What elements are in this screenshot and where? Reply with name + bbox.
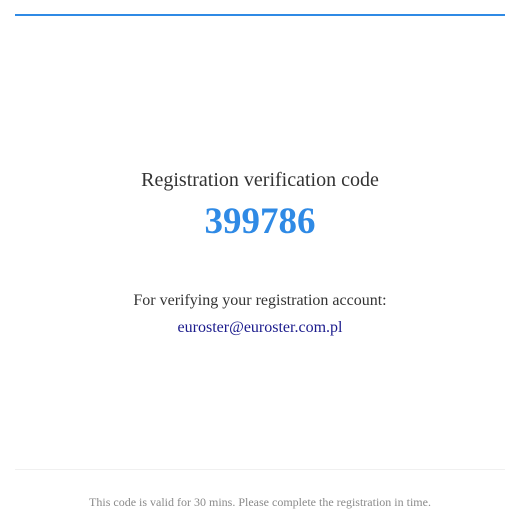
verification-subtitle: For verifying your registration account: bbox=[133, 292, 387, 309]
footer-divider bbox=[15, 469, 505, 470]
account-email-link[interactable]: euroster@euroster.com.pl bbox=[15, 318, 505, 338]
verification-code: 399786 bbox=[204, 201, 316, 242]
validity-footer-note: This code is valid for 30 mins. Please c… bbox=[89, 495, 431, 509]
verification-title: Registration verification code bbox=[141, 169, 379, 191]
top-accent-line bbox=[15, 14, 505, 16]
